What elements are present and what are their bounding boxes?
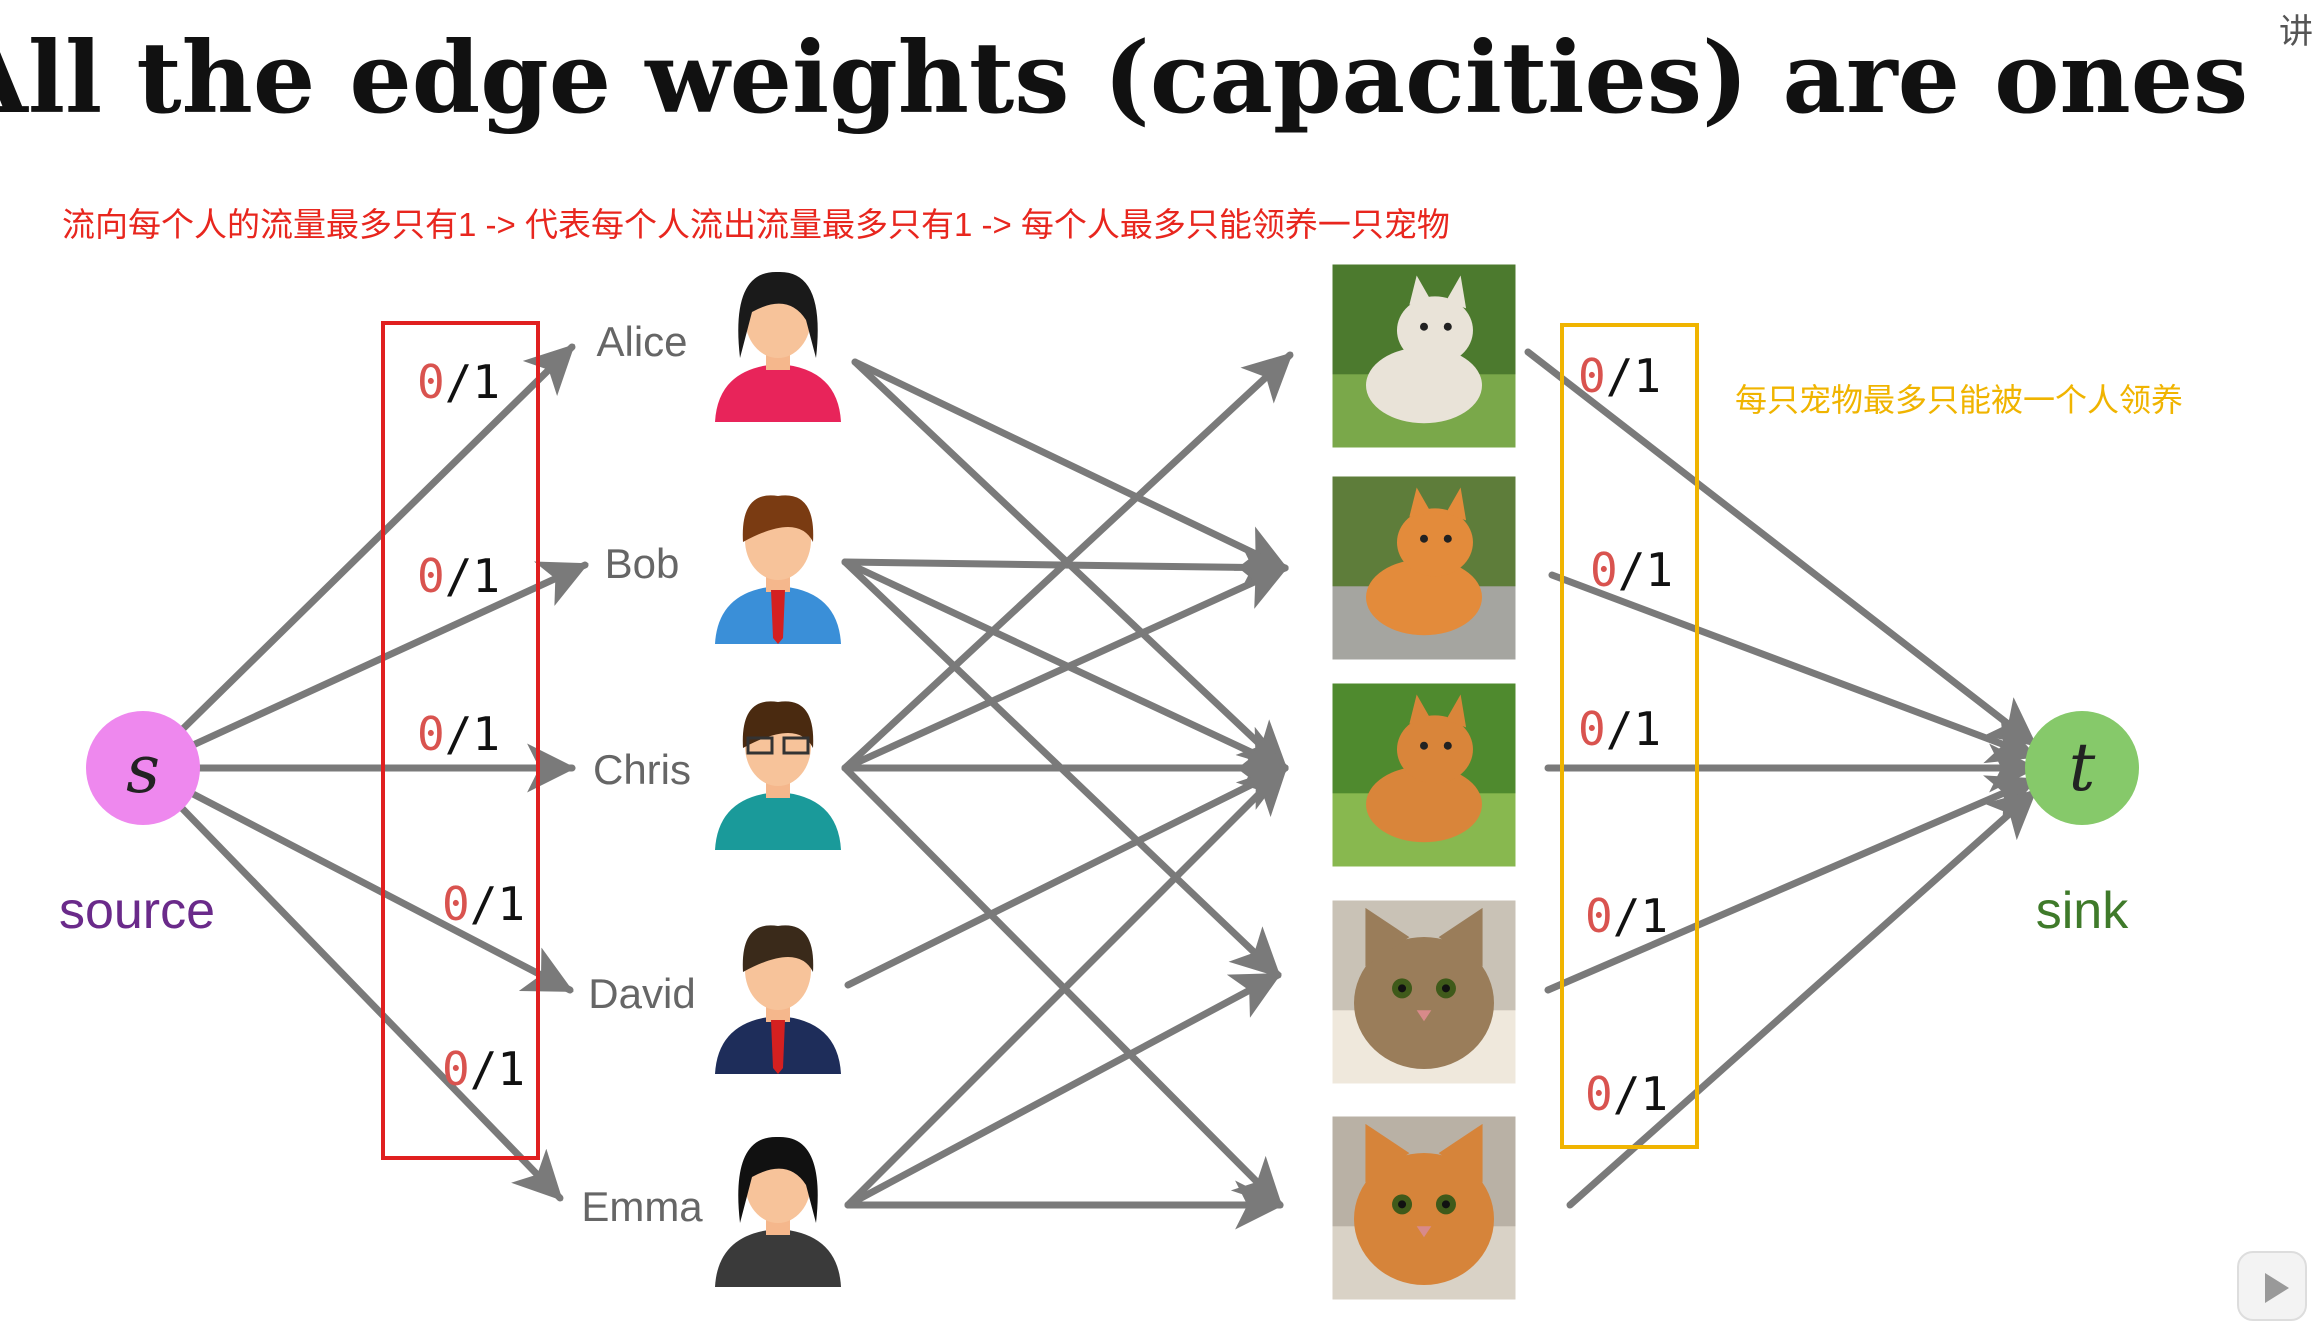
annotation-orange: 每只宠物最多只能被一个人领养 [1735, 382, 2183, 418]
source-edge-capacity-label-4: 0/1 [442, 1042, 525, 1096]
sink-edge-capacity-label-2: 0/1 [1578, 702, 1661, 756]
edge-person-3-to-pet-2 [844, 764, 1289, 989]
edge-source-to-person-4 [139, 764, 564, 1202]
shiba-photo-icon [1332, 683, 1516, 867]
source-edge-capacity-label-1: 0/1 [417, 549, 500, 603]
person-name-david: David [588, 970, 695, 1017]
sink-label: sink [2036, 882, 2129, 940]
nodes: s source t sink Alice Bob Chris David Emma [59, 264, 2139, 1300]
edge-source-to-person-1 [139, 561, 589, 772]
slide-title: All the edge weights (capacities) are on… [0, 21, 2248, 136]
play-button[interactable] [2237, 1251, 2307, 1321]
man-blue-suit-icon [715, 495, 841, 644]
sink-edge-capacity-label-1: 0/1 [1590, 543, 1673, 597]
edges [139, 343, 2039, 1230]
edge-person-4-to-pet-3 [844, 971, 1282, 1209]
person-name-bob: Bob [605, 540, 680, 587]
woman-dark-suit-icon [715, 1136, 841, 1287]
source-symbol: s [126, 731, 160, 808]
source-edge-capacity-label-0: 0/1 [417, 355, 500, 409]
man-glasses-scarf-icon [715, 701, 841, 850]
man-navy-suit-icon [715, 925, 841, 1074]
source-label: source [59, 882, 215, 940]
woman-red-shirt-icon [715, 271, 841, 422]
source-edge-capacity-label-2: 0/1 [417, 707, 500, 761]
corgi-photo-icon [1332, 476, 1516, 660]
sink-symbol: t [2069, 729, 2096, 806]
annotation-red: 流向每个人的流量最多只有1 -> 代表每个人流出流量最多只有1 -> 每个人最多… [62, 206, 1450, 243]
sink-edge-capacity-label-0: 0/1 [1578, 349, 1661, 403]
sink-edge-capacity-label-3: 0/1 [1585, 889, 1668, 943]
tabby-cat-photo-icon [1332, 900, 1516, 1084]
person-name-chris: Chris [593, 746, 691, 793]
edge-source-to-person-0 [139, 343, 576, 772]
flow-network-diagram: All the edge weights (capacities) are on… [0, 21, 2248, 1300]
corner-glyph: 讲 [2279, 12, 2313, 52]
person-name-emma: Emma [581, 1183, 703, 1230]
edge-person-0-to-pet-1 [851, 358, 1289, 572]
source-edge-capacity-label-3: 0/1 [442, 877, 525, 931]
slide: All the edge weights (capacities) are on… [0, 0, 2313, 1327]
orange-cat-photo-icon [1332, 1116, 1516, 1300]
bulldog-photo-icon [1332, 264, 1516, 448]
person-name-alice: Alice [596, 318, 687, 365]
edge-pet-4-to-sink [1566, 788, 2038, 1209]
edge-pet-3-to-sink [1544, 775, 2038, 994]
sink-edge-capacity-label-4: 0/1 [1585, 1067, 1668, 1121]
